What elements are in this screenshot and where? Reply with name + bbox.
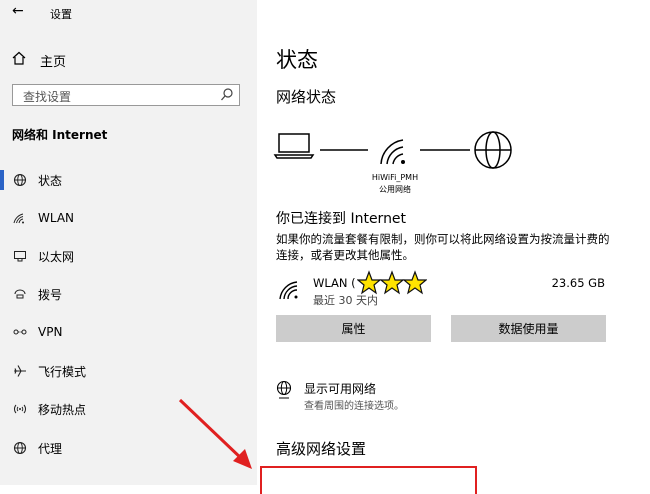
sidebar-item-ethernet[interactable]: 以太网	[0, 243, 257, 269]
dialup-icon	[12, 288, 28, 300]
connection-period: 最近 30 天内	[313, 294, 378, 307]
sidebar-item-wlan[interactable]: WLAN	[0, 205, 257, 231]
available-networks-icon	[276, 380, 294, 404]
sidebar-item-dialup[interactable]: 拨号	[0, 281, 257, 307]
main-content: 状态 网络状态 HiWiFi_PMH 公用网络 你已连接到 Internet 如…	[257, 0, 650, 485]
sidebar-item-label: 飞行模式	[38, 364, 87, 379]
hotspot-icon	[12, 403, 28, 415]
active-indicator	[0, 170, 4, 190]
proxy-globe-icon	[12, 441, 28, 455]
ethernet-icon	[12, 250, 28, 262]
window-title: 设置	[50, 8, 72, 21]
sidebar-item-hotspot[interactable]: 移动热点	[0, 396, 257, 422]
sidebar-item-label: 移动热点	[38, 402, 87, 417]
status-globe-icon	[12, 173, 28, 187]
page-title: 状态	[276, 48, 318, 72]
sidebar-item-vpn[interactable]: VPN	[0, 319, 257, 345]
highlight-box	[260, 466, 477, 494]
sidebar-item-label: 状态	[38, 173, 63, 188]
laptop-icon	[273, 133, 315, 159]
sidebar-item-label: 代理	[38, 441, 63, 456]
ssid: HiWiFi_PMH	[371, 173, 419, 182]
wifi-icon	[12, 212, 28, 224]
network-type: 公用网络	[379, 185, 411, 194]
home-link[interactable]: 主页	[12, 50, 66, 70]
advanced-settings-heading: 高级网络设置	[276, 440, 367, 458]
title-bar: ← 设置	[0, 0, 257, 28]
home-icon	[12, 51, 26, 69]
show-networks-link[interactable]: 显示可用网络	[304, 380, 376, 397]
sidebar: ← 设置 主页 查找设置 网络和 Internet 状态 WLAN 以太网 拨号…	[0, 0, 257, 485]
section-title: 网络和 Internet	[12, 128, 108, 142]
home-label: 主页	[40, 54, 67, 70]
connection-description: 如果你的流量套餐有限制，则你可以将此网络设置为按流量计费的连接，或者更改其他属性…	[276, 232, 610, 262]
connection-name: WLAN (	[313, 276, 356, 290]
data-usage-value: 23.65 GB	[551, 276, 605, 290]
connected-heading: 你已连接到 Internet	[276, 211, 407, 227]
search-icon[interactable]	[220, 86, 234, 104]
sidebar-item-label: VPN	[38, 325, 63, 339]
search-placeholder: 查找设置	[23, 90, 72, 104]
sidebar-item-airplane[interactable]: 飞行模式	[0, 358, 257, 384]
search-input[interactable]: 查找设置	[12, 84, 240, 106]
back-arrow-icon[interactable]: ←	[12, 3, 24, 19]
properties-button[interactable]: 属性	[276, 315, 431, 342]
sidebar-item-status[interactable]: 状态	[0, 167, 257, 193]
network-ssid-label: HiWiFi_PMH 公用网络	[365, 172, 425, 196]
internet-globe-icon	[474, 131, 512, 169]
sidebar-item-label: 拨号	[38, 287, 63, 302]
sidebar-item-label: WLAN	[38, 211, 75, 225]
network-status-heading: 网络状态	[276, 88, 337, 106]
data-usage-button[interactable]: 数据使用量	[451, 315, 606, 342]
show-networks-sublabel: 查看周围的连接选项。	[304, 401, 404, 412]
wifi-router-icon	[380, 139, 405, 165]
sidebar-item-proxy[interactable]: 代理	[0, 435, 257, 461]
vpn-icon	[12, 327, 28, 337]
wifi-signal-icon	[279, 280, 301, 304]
airplane-icon	[12, 364, 28, 378]
sidebar-item-label: 以太网	[38, 249, 75, 264]
